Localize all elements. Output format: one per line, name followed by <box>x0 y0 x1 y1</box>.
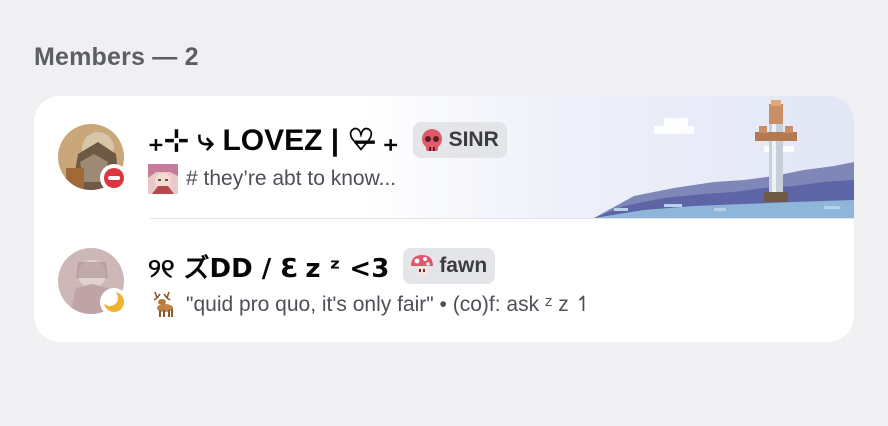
custom-status-emoji <box>148 164 178 194</box>
server-tag-label: fawn <box>439 254 488 277</box>
deer-emoji <box>153 291 173 317</box>
member-display-name[interactable]: ₊⊹ ⤷ LOVEZ | ♡̶ ₊ <box>148 123 399 158</box>
profile-banner-art <box>594 100 854 218</box>
custom-status-line: # they’re abt to know... <box>148 162 396 196</box>
member-name-line: ₊⊹ ⤷ LOVEZ | ♡̶ ₊ SINR <box>148 118 507 162</box>
member-display-name[interactable]: ୨୧ ズDD / ℇ z ᶻ <3 <box>148 248 389 285</box>
server-tag-label: SINR <box>448 128 499 151</box>
member-avatar-wrap[interactable] <box>58 248 128 316</box>
members-list: ₊⊹ ⤷ LOVEZ | ♡̶ ₊ SINR # they’re abt to … <box>34 96 854 342</box>
custom-status-text: # they’re abt to know... <box>186 167 397 190</box>
member-name-line: ୨୧ ズDD / ℇ z ᶻ <3 fawn <box>148 244 496 288</box>
skull-icon <box>421 129 442 151</box>
member-row-fawn[interactable]: ୨୧ ズDD / ℇ z ᶻ <3 fawn "quid pro quo, it… <box>34 219 854 342</box>
do-not-disturb-icon <box>104 168 124 188</box>
anime-character-emoji <box>148 164 178 194</box>
server-tag[interactable]: fawn <box>403 248 496 284</box>
status-indicator-idle <box>100 288 128 316</box>
moon-icon <box>103 291 124 312</box>
members-section-header: Members — 2 <box>34 43 199 71</box>
member-avatar-wrap[interactable] <box>58 124 128 192</box>
status-indicator-dnd <box>100 164 128 192</box>
member-row-lovez[interactable]: ₊⊹ ⤷ LOVEZ | ♡̶ ₊ SINR # they’re abt to … <box>34 96 854 218</box>
mushroom-icon <box>411 255 434 276</box>
server-tag[interactable]: SINR <box>412 122 507 158</box>
custom-status-line: "quid pro quo, it's only fair" • (co)f: … <box>148 287 592 321</box>
custom-status-text: "quid pro quo, it's only fair" • (co)f: … <box>186 292 593 316</box>
custom-status-emoji <box>148 289 178 319</box>
